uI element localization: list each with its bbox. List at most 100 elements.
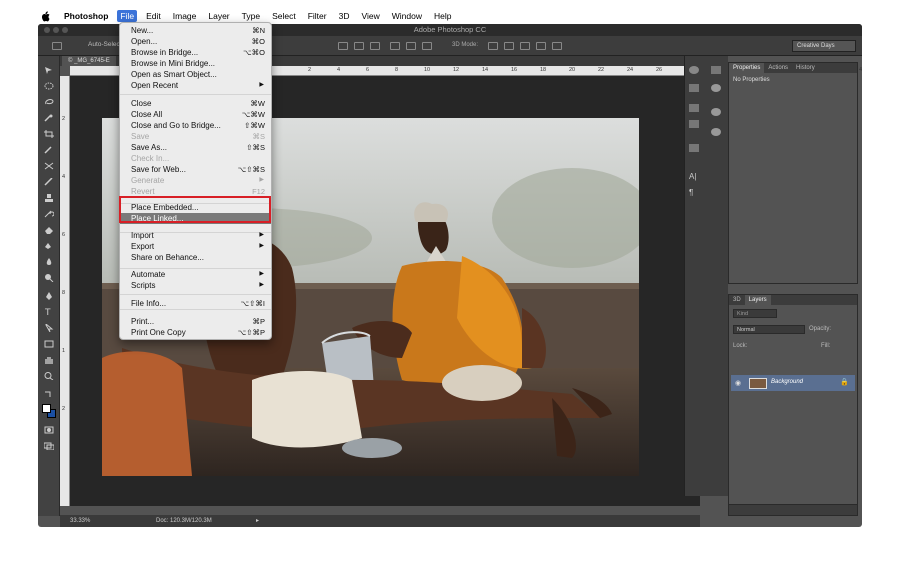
tab-layers[interactable]: Layers: [744, 295, 771, 305]
menu-item-print-one-copy[interactable]: Print One Copy ⌥⇧⌘P: [120, 327, 271, 338]
hand-tool-icon[interactable]: [44, 356, 54, 364]
menu-item-close-all[interactable]: Close All ⌥⌘W: [120, 109, 271, 120]
layer-name[interactable]: Background: [771, 379, 803, 385]
apple-icon[interactable]: [38, 10, 52, 22]
brush-panel-icon[interactable]: [689, 120, 699, 128]
align-right-icon[interactable]: [422, 42, 432, 50]
minimize-window-button[interactable]: [53, 27, 59, 33]
eye-icon[interactable]: ◉: [735, 379, 741, 387]
blend-mode-select[interactable]: Normal: [733, 325, 805, 334]
paragraph-panel-icon[interactable]: ¶: [689, 188, 699, 197]
menu-item-share-on-behance[interactable]: Share on Behance...: [120, 252, 271, 263]
menu-item-place-embedded[interactable]: Place Embedded...: [120, 202, 271, 213]
history-brush-tool-icon[interactable]: [44, 210, 54, 218]
menu-item-revert[interactable]: Revert F12: [120, 186, 271, 197]
adjustments-panel-icon[interactable]: [711, 108, 721, 116]
3d-roll-icon[interactable]: [504, 42, 514, 50]
align-top-icon[interactable]: [338, 42, 348, 50]
blur-tool-icon[interactable]: [44, 258, 54, 266]
lasso-tool-icon[interactable]: [44, 98, 54, 106]
menu-item-browse-in-mini-bridge[interactable]: Browse in Mini Bridge...: [120, 58, 271, 69]
swap-colors-icon[interactable]: [44, 390, 54, 398]
menu-item-open[interactable]: Open... ⌘O: [120, 36, 271, 47]
menu-file[interactable]: File: [117, 10, 138, 22]
color-panel-icon[interactable]: [689, 66, 699, 74]
menu-item-file-info[interactable]: File Info... ⌥⇧⌘I: [120, 298, 271, 309]
menu-item-scripts[interactable]: Scripts ▶: [120, 280, 271, 291]
tab-properties[interactable]: Properties: [729, 63, 765, 73]
screen-mode-icon[interactable]: [44, 442, 54, 450]
align-left-icon[interactable]: [390, 42, 400, 50]
menu-item-save[interactable]: Save ⌘S: [120, 131, 271, 142]
styles-panel-icon[interactable]: [711, 128, 721, 136]
menu-filter[interactable]: Filter: [308, 11, 327, 21]
menu-item-close[interactable]: Close ⌘W: [120, 98, 271, 109]
swatches-panel-icon[interactable]: [689, 84, 699, 92]
clone-stamp-tool-icon[interactable]: [44, 194, 54, 202]
pen-tool-icon[interactable]: [44, 292, 54, 300]
menu-layer[interactable]: Layer: [208, 11, 229, 21]
3d-scale-icon[interactable]: [552, 42, 562, 50]
move-tool-icon[interactable]: [44, 66, 54, 74]
menu-help[interactable]: Help: [434, 11, 451, 21]
menu-edit[interactable]: Edit: [146, 11, 161, 21]
menu-item-open-recent[interactable]: Open Recent ▶: [120, 80, 271, 91]
menu-item-save-for-web[interactable]: Save for Web... ⌥⇧⌘S: [120, 164, 271, 175]
menu-item-import[interactable]: Import ▶: [120, 230, 271, 241]
foreground-color-swatch[interactable]: [42, 404, 51, 413]
brush-tool-icon[interactable]: [44, 178, 54, 186]
menu-item-open-as-smart-object[interactable]: Open as Smart Object...: [120, 69, 271, 80]
menu-item-automate[interactable]: Automate ▶: [120, 269, 271, 280]
path-selection-tool-icon[interactable]: [44, 324, 54, 332]
doc-size[interactable]: Doc: 120.3M/120.3M: [156, 515, 212, 527]
workspace-switcher[interactable]: Creative Days: [792, 40, 856, 52]
align-vcenter-icon[interactable]: [354, 42, 364, 50]
rectangle-tool-icon[interactable]: [44, 340, 54, 348]
menu-view[interactable]: View: [361, 11, 379, 21]
menu-item-generate[interactable]: Generate ▶: [120, 175, 271, 186]
zoom-tool-icon[interactable]: [44, 372, 54, 380]
menu-app-photoshop[interactable]: Photoshop: [64, 11, 108, 21]
zoom-window-button[interactable]: [62, 27, 68, 33]
quick-select-tool-icon[interactable]: [44, 114, 54, 122]
menu-item-check-in[interactable]: Check In...: [120, 153, 271, 164]
menu-type[interactable]: Type: [242, 11, 260, 21]
zoom-level[interactable]: 33.33%: [70, 515, 90, 527]
crop-tool-icon[interactable]: [44, 130, 54, 138]
menu-item-save-as[interactable]: Save As... ⇧⌘S: [120, 142, 271, 153]
brush-presets-icon[interactable]: [689, 104, 699, 112]
marquee-tool-icon[interactable]: [44, 82, 54, 90]
eraser-tool-icon[interactable]: [44, 226, 54, 234]
menu-window[interactable]: Window: [392, 11, 422, 21]
auto-select-checkbox-label[interactable]: Auto-Select: [88, 41, 122, 48]
gradient-tool-icon[interactable]: [44, 242, 54, 250]
dodge-tool-icon[interactable]: [44, 274, 54, 282]
3d-slide-icon[interactable]: [536, 42, 546, 50]
menu-3d[interactable]: 3D: [339, 11, 350, 21]
align-bottom-icon[interactable]: [370, 42, 380, 50]
3d-pan-icon[interactable]: [520, 42, 530, 50]
clone-source-icon[interactable]: [689, 144, 699, 152]
layer-kind-filter[interactable]: Kind: [733, 309, 777, 318]
move-tool-preset-icon[interactable]: [52, 42, 62, 50]
healing-brush-tool-icon[interactable]: [44, 162, 54, 170]
character-panel-icon[interactable]: A|: [689, 172, 699, 181]
menu-select[interactable]: Select: [272, 11, 296, 21]
close-window-button[interactable]: [44, 27, 50, 33]
tab-actions[interactable]: Actions: [764, 63, 792, 73]
menu-item-browse-in-bridge[interactable]: Browse in Bridge... ⌥⌘O: [120, 47, 271, 58]
3d-rotate-icon[interactable]: [488, 42, 498, 50]
menu-item-export[interactable]: Export ▶: [120, 241, 271, 252]
info-panel-icon[interactable]: [711, 84, 721, 92]
tab-3d[interactable]: 3D: [729, 295, 745, 305]
document-tab[interactable]: © _MG_6745-E: [62, 56, 116, 66]
layer-row-background[interactable]: ◉ Background 🔒: [731, 375, 855, 391]
quick-mask-icon[interactable]: [44, 426, 54, 434]
tab-history[interactable]: History: [792, 63, 819, 73]
menu-item-print[interactable]: Print... ⌘P: [120, 316, 271, 327]
type-tool-icon[interactable]: T: [44, 308, 54, 316]
menu-item-new[interactable]: New... ⌘N: [120, 25, 271, 36]
menu-image[interactable]: Image: [173, 11, 197, 21]
align-hcenter-icon[interactable]: [406, 42, 416, 50]
menu-item-place-linked[interactable]: Place Linked...: [120, 213, 271, 224]
